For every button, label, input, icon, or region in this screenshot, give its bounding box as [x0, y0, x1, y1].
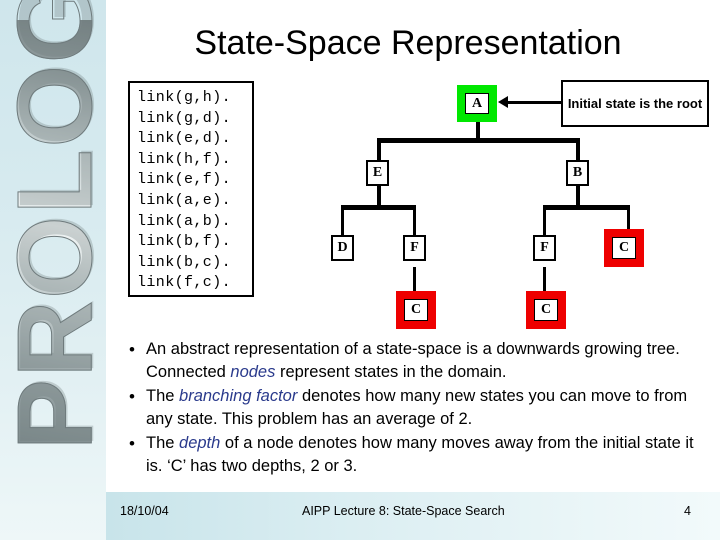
bullet-text: The: [146, 434, 180, 452]
callout-arrow-line: [506, 101, 562, 104]
bullet-item: • The branching factor denotes how many n…: [114, 385, 714, 431]
tree-node-f-right[interactable]: F: [533, 235, 556, 261]
bullet-marker-icon: •: [129, 434, 135, 453]
tree-node-e-label: E: [372, 165, 383, 180]
state-space-tree: A E B D F F C C C: [106, 0, 720, 340]
edge-a-b: [576, 138, 580, 160]
bullet-marker-icon: •: [129, 387, 135, 406]
tree-node-f-left-label: F: [410, 240, 419, 255]
edge-e-d: [341, 205, 344, 236]
edge-e-f: [413, 205, 416, 236]
bullet-list: • An abstract representation of a state-s…: [114, 338, 714, 479]
footer-page-number: 4: [684, 504, 691, 518]
tree-node-d[interactable]: D: [331, 235, 354, 261]
prolog-sidebar: PROLOG: [0, 0, 106, 540]
footer-bar: 18/10/04 AIPP Lecture 8: State-Space Sea…: [106, 492, 720, 540]
tree-node-f-left[interactable]: F: [403, 235, 426, 261]
edge-a-bar: [377, 138, 580, 143]
tree-node-c-mid-deep[interactable]: C: [526, 291, 566, 329]
bullet-text: of a node denotes how many moves away fr…: [146, 434, 694, 475]
tree-node-c-left-deep-label: C: [410, 302, 422, 317]
bullet-emphasis: depth: [179, 434, 221, 452]
tree-node-e[interactable]: E: [366, 160, 389, 186]
tree-node-a-label: A: [471, 95, 483, 111]
footer-date: 18/10/04: [120, 504, 169, 518]
edge-e-stem: [377, 185, 381, 207]
footer-title: AIPP Lecture 8: State-Space Search: [302, 504, 505, 518]
edge-b-f: [543, 205, 546, 236]
bullet-text: The: [146, 387, 180, 405]
bullet-emphasis: branching factor: [179, 387, 298, 405]
bullet-emphasis: nodes: [230, 363, 276, 381]
callout-initial-state: Initial state is the root: [561, 80, 709, 127]
sidebar-wordmark: PROLOG: [0, 0, 106, 451]
edge-a-e: [377, 138, 381, 160]
slide-canvas: PROLOG State-Space Representation link(g…: [0, 0, 720, 540]
tree-node-c-left-deep[interactable]: C: [396, 291, 436, 329]
bullet-marker-icon: •: [129, 340, 135, 359]
slide-content: State-Space Representation link(g,h). lin…: [106, 0, 720, 492]
bullet-item: • The depth of a node denotes how many mo…: [114, 432, 714, 478]
edge-e-bar: [341, 205, 416, 210]
tree-node-b[interactable]: B: [566, 160, 589, 186]
tree-node-b-label: B: [572, 165, 583, 180]
tree-node-c-right[interactable]: C: [604, 229, 644, 267]
tree-node-a[interactable]: A: [457, 85, 497, 122]
tree-node-d-label: D: [337, 240, 348, 255]
edge-b-bar: [543, 205, 630, 210]
tree-node-f-right-label: F: [540, 240, 549, 255]
bullet-text: represent states in the domain.: [275, 363, 507, 381]
edge-b-stem: [576, 185, 580, 207]
tree-node-c-mid-deep-label: C: [540, 302, 552, 317]
tree-node-c-right-label: C: [618, 240, 630, 255]
bullet-item: • An abstract representation of a state-s…: [114, 338, 714, 384]
